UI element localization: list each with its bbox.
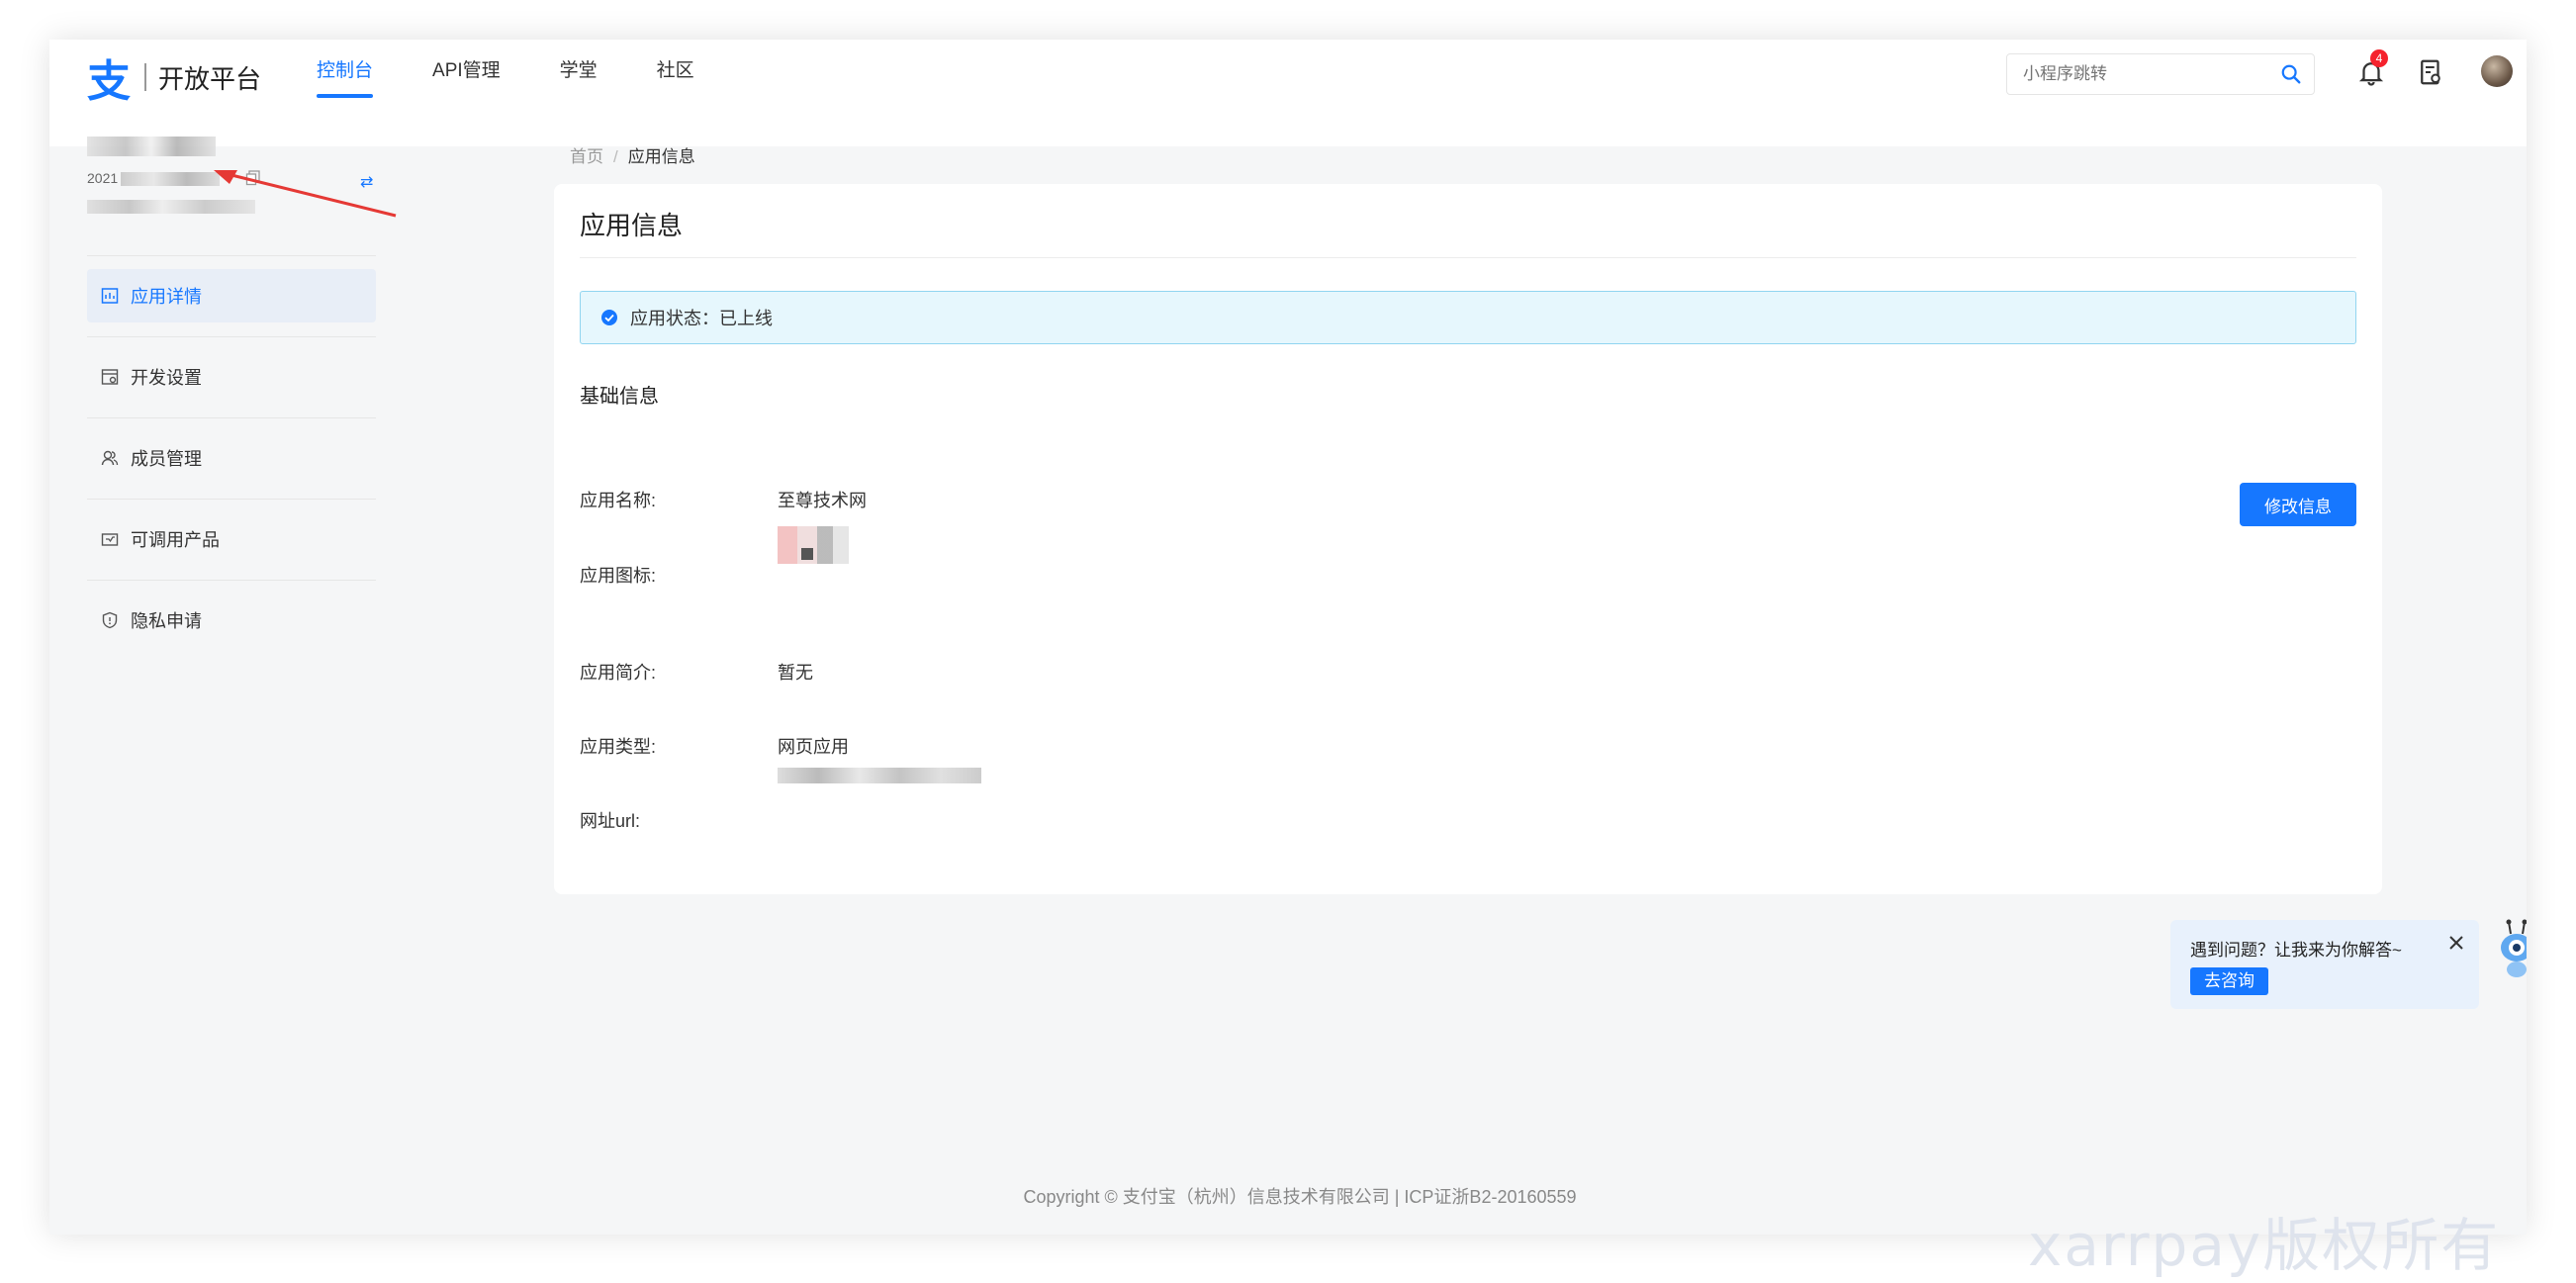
title-divider (580, 257, 2356, 258)
breadcrumb-current: 应用信息 (627, 147, 695, 166)
privacy-shield-icon (102, 611, 118, 629)
field-value-app-type: 网页应用 (778, 737, 849, 757)
logo-text: 开放平台 (158, 63, 262, 94)
app-icon-blurred (778, 526, 849, 564)
close-icon[interactable] (2445, 932, 2467, 954)
app-info-card: 应用信息 应用状态：已上线 基础信息 应用名称: 至尊技术网 修改信息 应用图标… (554, 184, 2382, 894)
app-window: 支 开放平台 控制台 API管理 学堂 社区 4 2021 ⇄ 应用详情 开 (49, 40, 2527, 1235)
account-id: 2021 (87, 170, 119, 186)
sidebar-divider (87, 580, 376, 581)
url-value-blurred (778, 768, 981, 783)
top-header: 支 开放平台 控制台 API管理 学堂 社区 4 (49, 40, 2527, 146)
field-value-app-name: 至尊技术网 (778, 491, 867, 510)
help-chat-popup: 遇到问题？让我来为你解答~ 去咨询 (2170, 920, 2479, 1009)
sidebar-item-products[interactable]: 可调用产品 (87, 512, 376, 566)
check-circle-icon (601, 310, 617, 325)
dev-settings-icon (101, 369, 119, 385)
nav-academy[interactable]: 学堂 (560, 40, 598, 146)
nav-api-management[interactable]: API管理 (432, 40, 501, 146)
field-label-app-type: 应用类型: (580, 737, 657, 757)
sidebar-divider (87, 336, 376, 337)
sidebar-item-label: 应用详情 (131, 287, 202, 307)
search-icon[interactable] (2280, 63, 2302, 85)
status-text: 应用状态：已上线 (630, 309, 773, 328)
field-label-app-name: 应用名称: (580, 491, 657, 510)
members-icon (101, 450, 119, 466)
edit-info-button[interactable]: 修改信息 (2240, 483, 2356, 526)
products-icon (101, 533, 119, 546)
section-title: 基础信息 (580, 386, 659, 408)
sidebar-divider (87, 499, 376, 500)
red-arrow-annotation-icon (214, 170, 397, 218)
account-id-blurred (121, 172, 220, 186)
alipay-logo-icon: 支 (87, 56, 131, 107)
sidebar-item-label: 隐私申请 (131, 611, 202, 631)
breadcrumb-separator: / (613, 147, 618, 166)
robot-assistant-icon[interactable] (2495, 918, 2527, 981)
sidebar-item-label: 可调用产品 (131, 530, 220, 550)
sidebar-divider (87, 417, 376, 418)
logo[interactable]: 支 开放平台 (87, 47, 261, 107)
app-detail-icon (101, 288, 119, 304)
field-label-url: 网址url: (580, 811, 641, 831)
user-avatar[interactable] (2481, 55, 2513, 87)
sidebar-divider (87, 255, 376, 256)
watermark-text: xarrpay版权所有 (2028, 1212, 2501, 1279)
sidebar-item-label: 开发设置 (131, 368, 202, 388)
consult-button[interactable]: 去咨询 (2190, 967, 2268, 995)
page-title: 应用信息 (580, 211, 684, 240)
nav-community[interactable]: 社区 (657, 40, 694, 146)
nav-console[interactable]: 控制台 (317, 40, 374, 146)
field-value-app-intro: 暂无 (778, 663, 813, 683)
notification-badge: 4 (2370, 49, 2388, 67)
field-label-app-icon: 应用图标: (580, 566, 657, 586)
field-label-app-intro: 应用简介: (580, 663, 657, 683)
sidebar-item-label: 成员管理 (131, 449, 202, 469)
sidebar-item-dev-settings[interactable]: 开发设置 (87, 350, 376, 404)
sidebar-item-members[interactable]: 成员管理 (87, 431, 376, 485)
mini-program-search (2006, 53, 2315, 95)
account-name-blurred (87, 137, 216, 156)
search-input[interactable] (2007, 54, 2254, 94)
document-icon[interactable] (2416, 57, 2445, 87)
logo-divider (144, 63, 146, 91)
status-alert: 应用状态：已上线 (580, 291, 2356, 344)
main-nav: 控制台 API管理 学堂 社区 (317, 40, 754, 146)
sidebar-item-privacy[interactable]: 隐私申请 (87, 594, 376, 647)
breadcrumb: 首页 / 应用信息 (570, 142, 695, 167)
chat-prompt: 遇到问题？让我来为你解答~ (2190, 941, 2402, 960)
breadcrumb-home[interactable]: 首页 (570, 147, 603, 166)
sidebar-item-app-detail[interactable]: 应用详情 (87, 269, 376, 322)
